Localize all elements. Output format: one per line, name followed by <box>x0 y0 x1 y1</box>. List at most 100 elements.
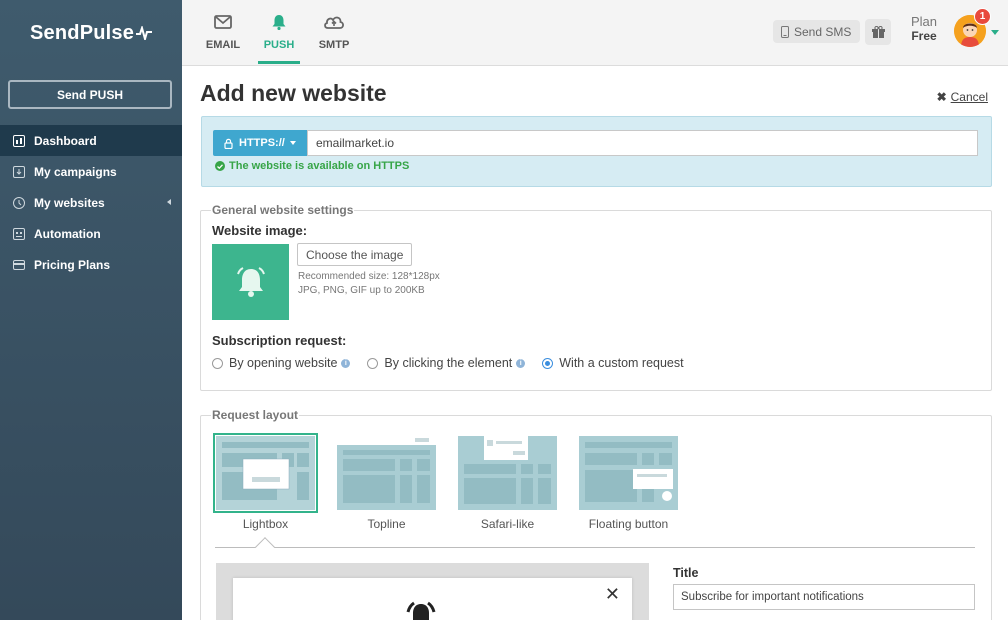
layout-option-safari-like[interactable]: Safari-like <box>457 436 558 531</box>
safari-layout-icon <box>464 436 551 504</box>
preview-card: ✕ <box>233 578 632 620</box>
info-icon[interactable]: i <box>341 358 351 368</box>
tab-label: PUSH <box>263 39 295 51</box>
safari-like-thumbnail <box>458 436 557 510</box>
bell-icon <box>271 14 287 32</box>
plan-label: Plan <box>911 14 938 29</box>
top-bar: EMAIL PUSH SMTP Send SMS Plan Free 1 <box>182 0 1008 66</box>
sidebar-item-label: Pricing Plans <box>34 257 111 272</box>
brand-name: SendPulse <box>30 21 135 44</box>
envelope-icon <box>214 14 232 32</box>
protocol-dropdown[interactable]: HTTPS:// <box>213 130 307 156</box>
request-layout-section: Request layout Lightbox Topline Safari-l… <box>200 408 992 620</box>
url-panel: HTTPS:// The website is available on HTT… <box>201 116 992 187</box>
close-icon[interactable]: ✕ <box>605 584 620 605</box>
subscription-request-label: Subscription request: <box>212 333 347 348</box>
plan-value: Free <box>911 29 937 43</box>
tab-push[interactable]: PUSH <box>258 0 300 64</box>
topline-layout-icon <box>337 436 436 503</box>
website-image-label: Website image: <box>212 223 308 238</box>
cancel-label: Cancel <box>950 90 988 104</box>
request-preview: ✕ <box>216 563 649 620</box>
subscription-options: By opening website i By clicking the ele… <box>212 356 701 370</box>
sidebar-item-automation[interactable]: Automation <box>0 218 182 249</box>
sidebar-item-label: Dashboard <box>34 133 97 148</box>
radio-dot[interactable] <box>367 357 379 369</box>
radio-by-opening-website[interactable]: By opening website i <box>212 356 351 370</box>
gift-icon <box>871 25 885 38</box>
logo[interactable]: SendPulse <box>0 0 182 66</box>
cancel-link[interactable]: ✖ Cancel <box>937 90 988 104</box>
recommended-size-text: Recommended size: 128*128px <box>298 271 440 282</box>
radio-label: With a custom request <box>559 356 684 370</box>
radio-dot[interactable] <box>212 357 223 369</box>
sidebar-nav: Dashboard My campaigns My websites Autom… <box>0 125 182 280</box>
check-circle-icon <box>215 161 225 171</box>
sidebar-item-label: My websites <box>34 195 105 210</box>
website-image-preview <box>212 244 289 320</box>
lightbox-thumbnail <box>213 433 318 513</box>
selection-pointer <box>255 537 275 557</box>
radio-dot[interactable] <box>542 357 554 369</box>
layout-label: Safari-like <box>480 517 535 531</box>
page-title: Add new website <box>200 80 387 106</box>
formats-text: JPG, PNG, GIF up to 200KB <box>298 285 425 296</box>
tab-smtp[interactable]: SMTP <box>318 0 350 64</box>
section-legend: General website settings <box>211 203 355 217</box>
chevron-down-icon <box>289 141 296 145</box>
notification-badge[interactable]: 1 <box>974 8 991 25</box>
close-icon: ✖ <box>936 90 947 104</box>
bell-icon <box>406 601 436 620</box>
topline-thumbnail <box>337 436 436 510</box>
lock-icon <box>224 138 233 149</box>
sidebar-item-label: Automation <box>34 226 101 241</box>
radio-by-clicking-element[interactable]: By clicking the element i <box>367 356 526 370</box>
gift-button[interactable] <box>865 19 891 45</box>
general-settings-section: General website settings Website image: … <box>200 203 992 391</box>
layout-option-lightbox[interactable]: Lightbox <box>213 433 318 531</box>
https-status: The website is available on HTTPS <box>215 160 409 172</box>
url-input[interactable] <box>307 130 978 156</box>
sidebar: SendPulse Send PUSH Dashboard My campaig… <box>0 0 182 620</box>
sidebar-item-my-campaigns[interactable]: My campaigns <box>0 156 182 187</box>
main-content: Add new website ✖ Cancel HTTPS:// The we… <box>182 66 1008 620</box>
title-input[interactable] <box>673 584 975 610</box>
tab-email[interactable]: EMAIL <box>204 0 242 64</box>
send-push-button[interactable]: Send PUSH <box>8 80 172 109</box>
divider <box>215 547 975 548</box>
send-sms-label: Send SMS <box>794 24 852 39</box>
campaigns-icon <box>12 165 25 178</box>
layout-label: Lightbox <box>242 517 289 531</box>
lightbox-layout-icon <box>222 442 309 500</box>
phone-icon <box>781 25 789 38</box>
tab-label: EMAIL <box>205 39 241 51</box>
radio-custom-request[interactable]: With a custom request <box>542 356 684 370</box>
websites-icon <box>12 196 25 209</box>
floating-layout-icon <box>585 442 673 502</box>
floating-button-thumbnail <box>579 436 678 510</box>
title-label: Title <box>673 566 699 580</box>
sidebar-item-dashboard[interactable]: Dashboard <box>0 125 182 156</box>
sidebar-item-my-websites[interactable]: My websites <box>0 187 182 218</box>
protocol-label: HTTPS:// <box>239 137 285 149</box>
radio-label: By opening website <box>229 356 338 370</box>
bell-icon <box>236 267 265 297</box>
layout-option-floating-button[interactable]: Floating button <box>578 436 679 531</box>
layout-label: Floating button <box>588 517 669 531</box>
plan-indicator[interactable]: Plan Free <box>911 14 938 44</box>
tab-label: SMTP <box>318 39 350 51</box>
expand-arrow-icon[interactable] <box>167 199 171 205</box>
sidebar-item-label: My campaigns <box>34 164 117 179</box>
https-status-text: The website is available on HTTPS <box>229 160 410 172</box>
pulse-icon <box>136 26 153 40</box>
sidebar-item-pricing-plans[interactable]: Pricing Plans <box>0 249 182 280</box>
choose-image-button[interactable]: Choose the image <box>297 243 413 266</box>
info-icon[interactable]: i <box>516 358 526 368</box>
dashboard-icon <box>12 134 25 147</box>
cloud-upload-icon <box>323 14 345 32</box>
chevron-down-icon[interactable] <box>991 30 999 35</box>
layout-option-topline[interactable]: Topline <box>336 436 437 531</box>
automation-icon <box>12 227 25 240</box>
send-sms-button[interactable]: Send SMS <box>773 20 861 43</box>
section-legend: Request layout <box>211 408 300 422</box>
